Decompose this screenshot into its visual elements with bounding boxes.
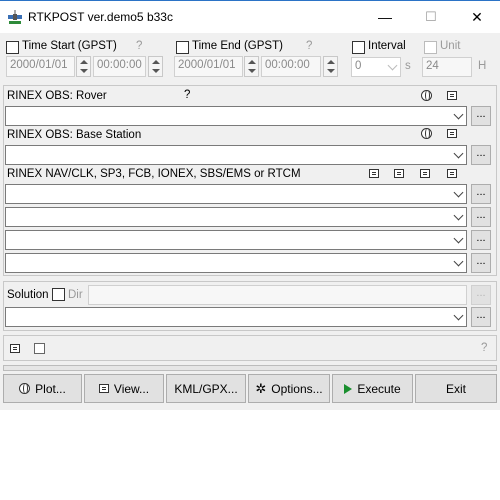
document-icon[interactable] [447, 169, 457, 178]
document-icon[interactable] [447, 129, 457, 138]
nav-file-select-4[interactable] [5, 253, 467, 273]
minimize-button[interactable]: — [362, 1, 408, 33]
globe-icon[interactable] [421, 90, 432, 101]
gear-icon: ✲ [255, 380, 267, 396]
time-end-checkbox[interactable] [176, 41, 189, 54]
solution-dir-checkbox[interactable] [52, 288, 65, 301]
nav-file-select-1[interactable] [5, 184, 467, 204]
interval-select[interactable]: 0 [351, 57, 401, 77]
solution-dir-field[interactable] [88, 285, 467, 305]
nav-browse-button-4[interactable]: ... [471, 253, 491, 273]
rover-browse-button[interactable]: ... [471, 106, 491, 126]
start-date-spinner[interactable] [76, 56, 91, 77]
exit-button[interactable]: Exit [415, 374, 497, 403]
globe-icon[interactable] [421, 128, 432, 139]
close-button[interactable]: ✕ [454, 1, 500, 33]
status-checkbox[interactable] [34, 343, 45, 354]
nav-files-label: RINEX NAV/CLK, SP3, FCB, IONEX, SBS/EMS … [7, 168, 301, 180]
solution-dir-browse-button[interactable]: ... [471, 285, 491, 305]
base-obs-label: RINEX OBS: Base Station [7, 129, 142, 141]
rover-help[interactable]: ? [184, 89, 190, 101]
window-title: RTKPOST ver.demo5 b33c [28, 10, 173, 24]
nav-file-select-2[interactable] [5, 207, 467, 227]
maximize-button: ☐ [425, 9, 437, 24]
document-icon[interactable] [10, 344, 20, 353]
document-icon[interactable] [369, 169, 379, 178]
end-date-spinner[interactable] [244, 56, 259, 77]
unit-label: Unit [440, 40, 461, 52]
play-icon [344, 383, 353, 394]
rover-obs-select[interactable] [5, 106, 467, 126]
solution-dir-label: Dir [68, 289, 83, 301]
nav-browse-button-2[interactable]: ... [471, 207, 491, 227]
nav-file-select-3[interactable] [5, 230, 467, 250]
base-browse-button[interactable]: ... [471, 145, 491, 165]
start-time-spinner[interactable] [148, 56, 163, 77]
interval-label: Interval [368, 40, 406, 52]
rtkpost-window: RTKPOST ver.demo5 b33c — ☐ ✕ Time Start … [0, 0, 500, 410]
time-start-label: Time Start (GPST) [22, 40, 117, 52]
rover-obs-label: RINEX OBS: Rover [7, 90, 107, 102]
solution-label: Solution [7, 289, 49, 301]
globe-icon [19, 383, 31, 394]
time-start-help[interactable]: ? [136, 40, 142, 52]
view-button[interactable]: View... [84, 374, 164, 403]
unit-field[interactable]: 24 [422, 57, 472, 77]
time-start-checkbox[interactable] [6, 41, 19, 54]
unit-suffix: H [478, 60, 487, 72]
start-date-field[interactable]: 2000/01/01 [6, 56, 75, 77]
options-button[interactable]: ✲ Options... [248, 374, 330, 403]
kml-gpx-button[interactable]: KML/GPX... [166, 374, 246, 403]
execute-button[interactable]: Execute [332, 374, 413, 403]
document-icon[interactable] [420, 169, 430, 178]
plot-button[interactable]: Plot... [3, 374, 82, 403]
start-time-field[interactable]: 00:00:00 [93, 56, 146, 77]
time-end-help[interactable]: ? [306, 40, 312, 52]
document-icon[interactable] [447, 91, 457, 100]
title-bar: RTKPOST ver.demo5 b33c — ☐ ✕ [0, 1, 500, 33]
document-icon[interactable] [394, 169, 404, 178]
satellite-icon [8, 10, 22, 24]
document-icon [98, 384, 109, 393]
nav-browse-button-3[interactable]: ... [471, 230, 491, 250]
interval-checkbox[interactable] [352, 41, 365, 54]
solution-file-select[interactable] [5, 307, 467, 327]
end-time-field[interactable]: 00:00:00 [261, 56, 321, 77]
nav-browse-button-1[interactable]: ... [471, 184, 491, 204]
base-obs-select[interactable] [5, 145, 467, 165]
unit-checkbox[interactable] [424, 41, 437, 54]
time-end-label: Time End (GPST) [192, 40, 283, 52]
interval-unit: s [405, 60, 411, 72]
end-date-field[interactable]: 2000/01/01 [174, 56, 243, 77]
progress-bar [3, 365, 497, 371]
solution-browse-button[interactable]: ... [471, 307, 491, 327]
status-help[interactable]: ? [481, 342, 487, 354]
status-panel [3, 335, 497, 361]
end-time-spinner[interactable] [323, 56, 338, 77]
